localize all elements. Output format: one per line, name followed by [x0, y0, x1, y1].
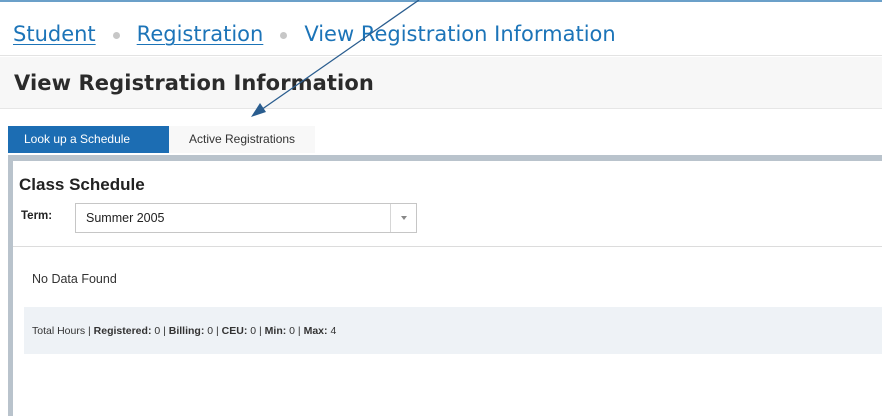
registered-value: 0 — [154, 324, 161, 337]
ceu-label: CEU: — [221, 324, 248, 337]
tabs: Look up a Schedule Active Registrations — [8, 126, 316, 153]
min-label: Min: — [264, 324, 287, 337]
max-label: Max: — [303, 324, 328, 337]
breadcrumb-separator — [280, 31, 288, 39]
page-title: View Registration Information — [14, 71, 374, 95]
totals-prefix: Total Hours — [32, 324, 86, 337]
term-select[interactable]: Summer 2005 — [75, 203, 417, 233]
max-value: 4 — [330, 324, 337, 337]
breadcrumb-separator — [112, 31, 120, 39]
billing-label: Billing: — [168, 324, 205, 337]
title-bar: View Registration Information — [0, 57, 882, 109]
registered-label: Registered: — [93, 324, 152, 337]
empty-message: No Data Found — [32, 272, 117, 286]
term-select-toggle[interactable] — [390, 204, 416, 232]
totals-bar: Total Hours | Registered: 0 | Billing: 0… — [24, 307, 882, 354]
breadcrumb-bar: Student Registration View Registration I… — [0, 2, 882, 56]
ceu-value: 0 — [250, 324, 257, 337]
breadcrumb: Student Registration View Registration I… — [13, 19, 616, 49]
breadcrumb-registration-link[interactable]: Registration — [137, 22, 264, 46]
section-title: Class Schedule — [19, 175, 145, 194]
breadcrumb-student-link[interactable]: Student — [13, 22, 96, 46]
billing-value: 0 — [207, 324, 214, 337]
tab-active-registrations[interactable]: Active Registrations — [169, 126, 316, 153]
tab-look-up-schedule[interactable]: Look up a Schedule — [8, 126, 169, 153]
divider — [13, 246, 882, 247]
term-label: Term: — [21, 210, 53, 222]
tab-strip: Look up a Schedule Active Registrations — [0, 109, 882, 153]
min-value: 0 — [289, 324, 296, 337]
breadcrumb-current: View Registration Information — [304, 22, 616, 46]
chevron-down-icon — [400, 216, 407, 220]
term-select-value: Summer 2005 — [86, 211, 165, 225]
